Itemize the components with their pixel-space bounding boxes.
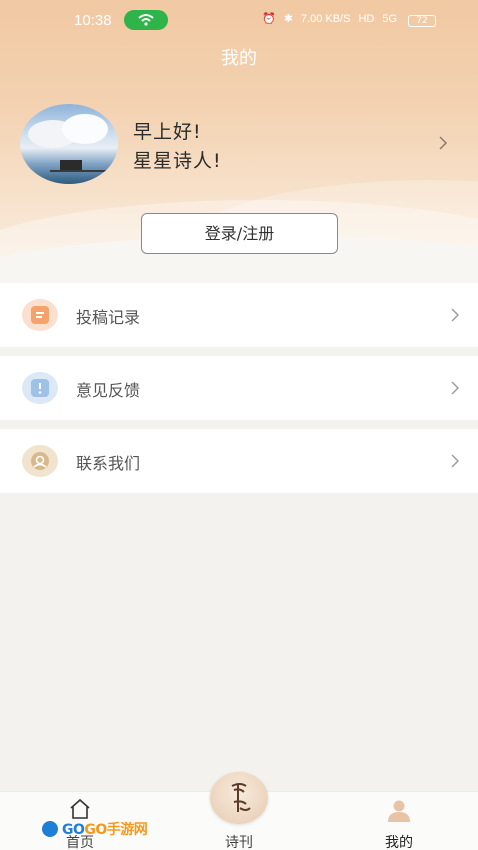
- user-name[interactable]: 星星诗人!: [133, 146, 222, 173]
- chevron-right-icon: [451, 454, 459, 468]
- contact-icon: [22, 445, 58, 477]
- menu-item-submissions[interactable]: 投稿记录: [0, 283, 478, 347]
- menu-item-feedback[interactable]: 意见反馈: [0, 356, 478, 420]
- network-speed: 7.00 KB/S: [300, 12, 351, 25]
- logo-circle-icon: [40, 819, 60, 839]
- menu-item-label: 投稿记录: [76, 308, 141, 327]
- hd-badge: HD: [358, 12, 375, 25]
- watermark-logo: GOGO手游网: [40, 818, 148, 840]
- page-title: 我的: [221, 48, 257, 69]
- menu-item-label: 意见反馈: [76, 381, 141, 400]
- chevron-right-icon: [451, 381, 459, 395]
- chevron-right-icon[interactable]: [437, 134, 449, 152]
- wifi-icon: [138, 14, 154, 26]
- login-register-button[interactable]: 登录/注册: [141, 213, 338, 254]
- home-icon: [70, 798, 90, 819]
- signal-icon: 5G: [382, 12, 398, 25]
- menu-item-contact[interactable]: 联系我们: [0, 429, 478, 493]
- greeting-text: 早上好!: [133, 121, 202, 143]
- status-time: 10:38: [74, 12, 112, 29]
- user-icon: [388, 800, 410, 822]
- status-icons: ⏰ ✱ 7.00 KB/S HD 5G: [262, 12, 398, 26]
- feedback-icon: [22, 372, 58, 404]
- tab-label: 我的: [385, 835, 413, 850]
- avatar[interactable]: [20, 104, 118, 184]
- document-icon: [22, 299, 58, 331]
- poem-icon[interactable]: [210, 772, 268, 824]
- battery-icon: 72: [408, 15, 436, 27]
- tab-mine[interactable]: 我的: [319, 792, 478, 850]
- watermark-text: GOGO手游网: [62, 822, 148, 838]
- bluetooth-icon: ✱: [283, 13, 293, 25]
- tab-label: 诗刊: [225, 835, 253, 850]
- hotspot-pill: [124, 10, 168, 30]
- alarm-icon: ⏰: [262, 13, 276, 25]
- status-bar: 10:38 ⏰ ✱ 7.00 KB/S HD 5G 72: [0, 8, 478, 34]
- menu-item-label: 联系我们: [76, 454, 141, 473]
- chevron-right-icon: [451, 308, 459, 322]
